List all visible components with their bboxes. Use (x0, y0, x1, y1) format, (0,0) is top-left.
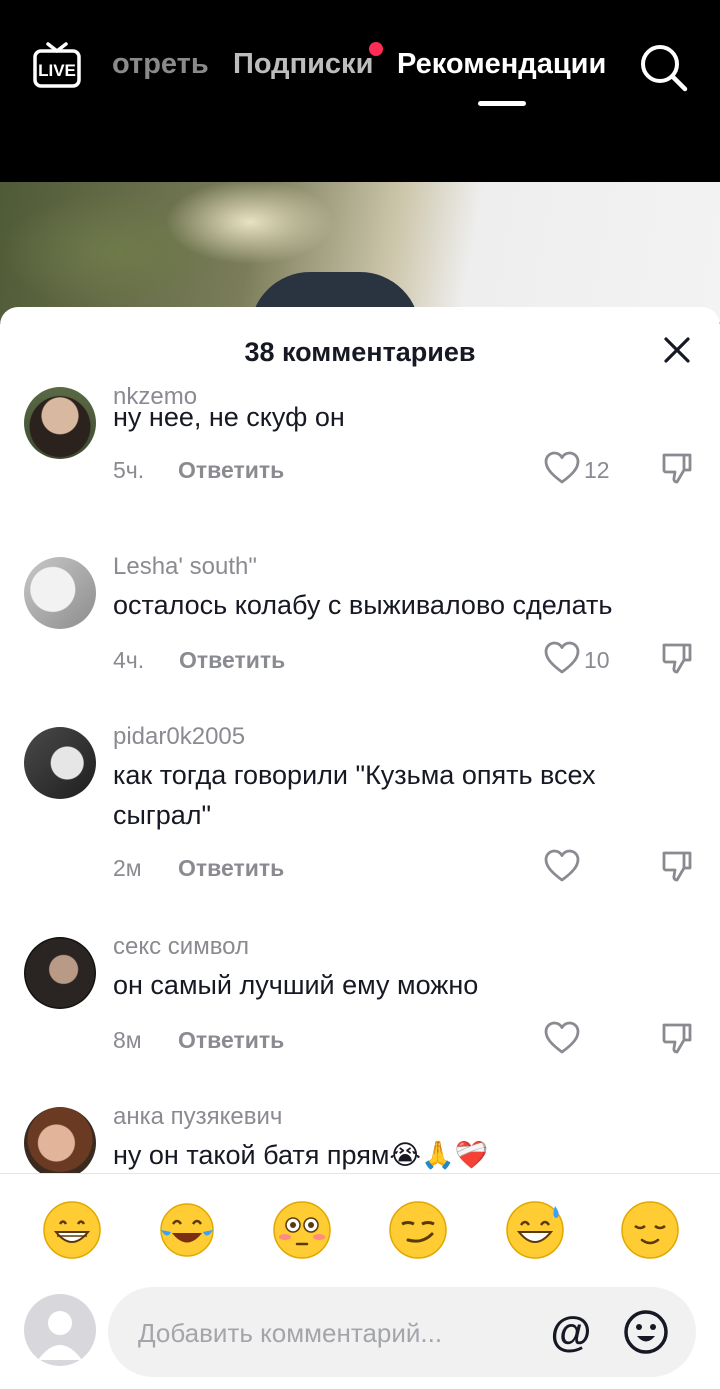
tab-recommendations[interactable]: Рекомендации (397, 48, 606, 81)
tab-subscriptions[interactable]: Подписки (233, 48, 373, 81)
sweat-smile-emoji-icon[interactable] (505, 1200, 565, 1260)
grin-emoji-icon[interactable] (42, 1200, 102, 1260)
comments-count-title: 38 комментариев (244, 337, 476, 367)
top-bar: LIVE отреть Подписки Рекомендации (0, 0, 720, 182)
smirk-emoji-icon[interactable] (388, 1200, 448, 1260)
comment-username[interactable]: анка пузякевич (113, 1103, 282, 1131)
divider (0, 1173, 720, 1174)
comment-time: 2м (113, 855, 142, 881)
avatar[interactable] (24, 1107, 96, 1173)
comment-input[interactable] (136, 1287, 520, 1379)
relieved-emoji-icon[interactable] (620, 1200, 680, 1260)
default-avatar-icon (38, 1311, 82, 1360)
quick-emoji-bar (0, 1200, 720, 1264)
close-icon (664, 337, 690, 363)
heart-icon[interactable] (544, 641, 580, 675)
comment-list[interactable]: nkzemo ну нее, не скуф он 5ч. Ответить 1… (0, 387, 720, 1173)
notification-dot (369, 42, 383, 56)
heart-icon[interactable] (544, 451, 580, 485)
avatar[interactable] (24, 937, 96, 1009)
comment-item: pidar0k2005 как тогда говорили "Кузьма о… (0, 723, 720, 927)
comment-username[interactable]: Lesha' south" (113, 553, 257, 581)
comment-item: секс символ он самый лучший ему можно 8м… (0, 933, 720, 1097)
avatar[interactable] (24, 727, 96, 799)
avatar[interactable] (24, 557, 96, 629)
comment-time: 4ч. (113, 647, 145, 673)
comment-input-container[interactable]: @ (108, 1287, 696, 1379)
like-count: 12 (584, 457, 610, 483)
reply-button[interactable]: Ответить (179, 647, 285, 674)
dislike-icon[interactable] (660, 451, 694, 485)
flushed-emoji-icon[interactable] (272, 1200, 332, 1260)
reply-button[interactable]: Ответить (178, 1027, 284, 1054)
active-tab-indicator (478, 101, 526, 106)
comment-username[interactable]: pidar0k2005 (113, 723, 245, 751)
avatar[interactable] (24, 387, 96, 459)
comment-item: анка пузякевич ну он такой батя прям😭🙏❤️… (0, 1103, 720, 1173)
reply-button[interactable]: Ответить (178, 855, 284, 882)
like-count: 10 (584, 647, 610, 673)
dislike-icon[interactable] (660, 1021, 694, 1055)
comment-text: ну он такой батя прям😭🙏❤️‍🩹 (113, 1140, 489, 1170)
comment-text: осталось колабу с выживалово сделать (113, 590, 613, 620)
tab-watch[interactable]: отреть (112, 48, 209, 81)
live-icon[interactable]: LIVE (32, 40, 82, 90)
comment-time: 8м (113, 1027, 142, 1053)
comment-username[interactable]: секс символ (113, 933, 249, 961)
reply-button[interactable]: Ответить (178, 457, 284, 484)
comment-text: как тогда говорили "Кузьма опять всех сы… (113, 760, 596, 830)
svg-text:LIVE: LIVE (38, 61, 76, 80)
dislike-icon[interactable] (660, 849, 694, 883)
tears-of-joy-emoji-icon[interactable] (157, 1200, 217, 1260)
mention-icon[interactable]: @ (548, 1309, 594, 1355)
heart-icon[interactable] (544, 849, 580, 883)
comment-input-row: @ (0, 1287, 720, 1379)
comment-text: ну нее, не скуф он (113, 402, 345, 432)
comment-item: nkzemo ну нее, не скуф он 5ч. Ответить 1… (0, 387, 720, 527)
heart-icon[interactable] (544, 1021, 580, 1055)
user-avatar[interactable] (24, 1294, 96, 1366)
emoji-picker-icon[interactable] (623, 1309, 669, 1355)
dislike-icon[interactable] (660, 641, 694, 675)
comment-item: Lesha' south" осталось колабу с выживало… (0, 553, 720, 717)
comment-text: он самый лучший ему можно (113, 970, 479, 1000)
search-icon[interactable] (638, 42, 690, 94)
comments-sheet: 38 комментариев nkzemo ну нее, не скуф о… (0, 307, 720, 1389)
close-button[interactable] (658, 331, 696, 369)
comment-time: 5ч. (113, 457, 145, 483)
